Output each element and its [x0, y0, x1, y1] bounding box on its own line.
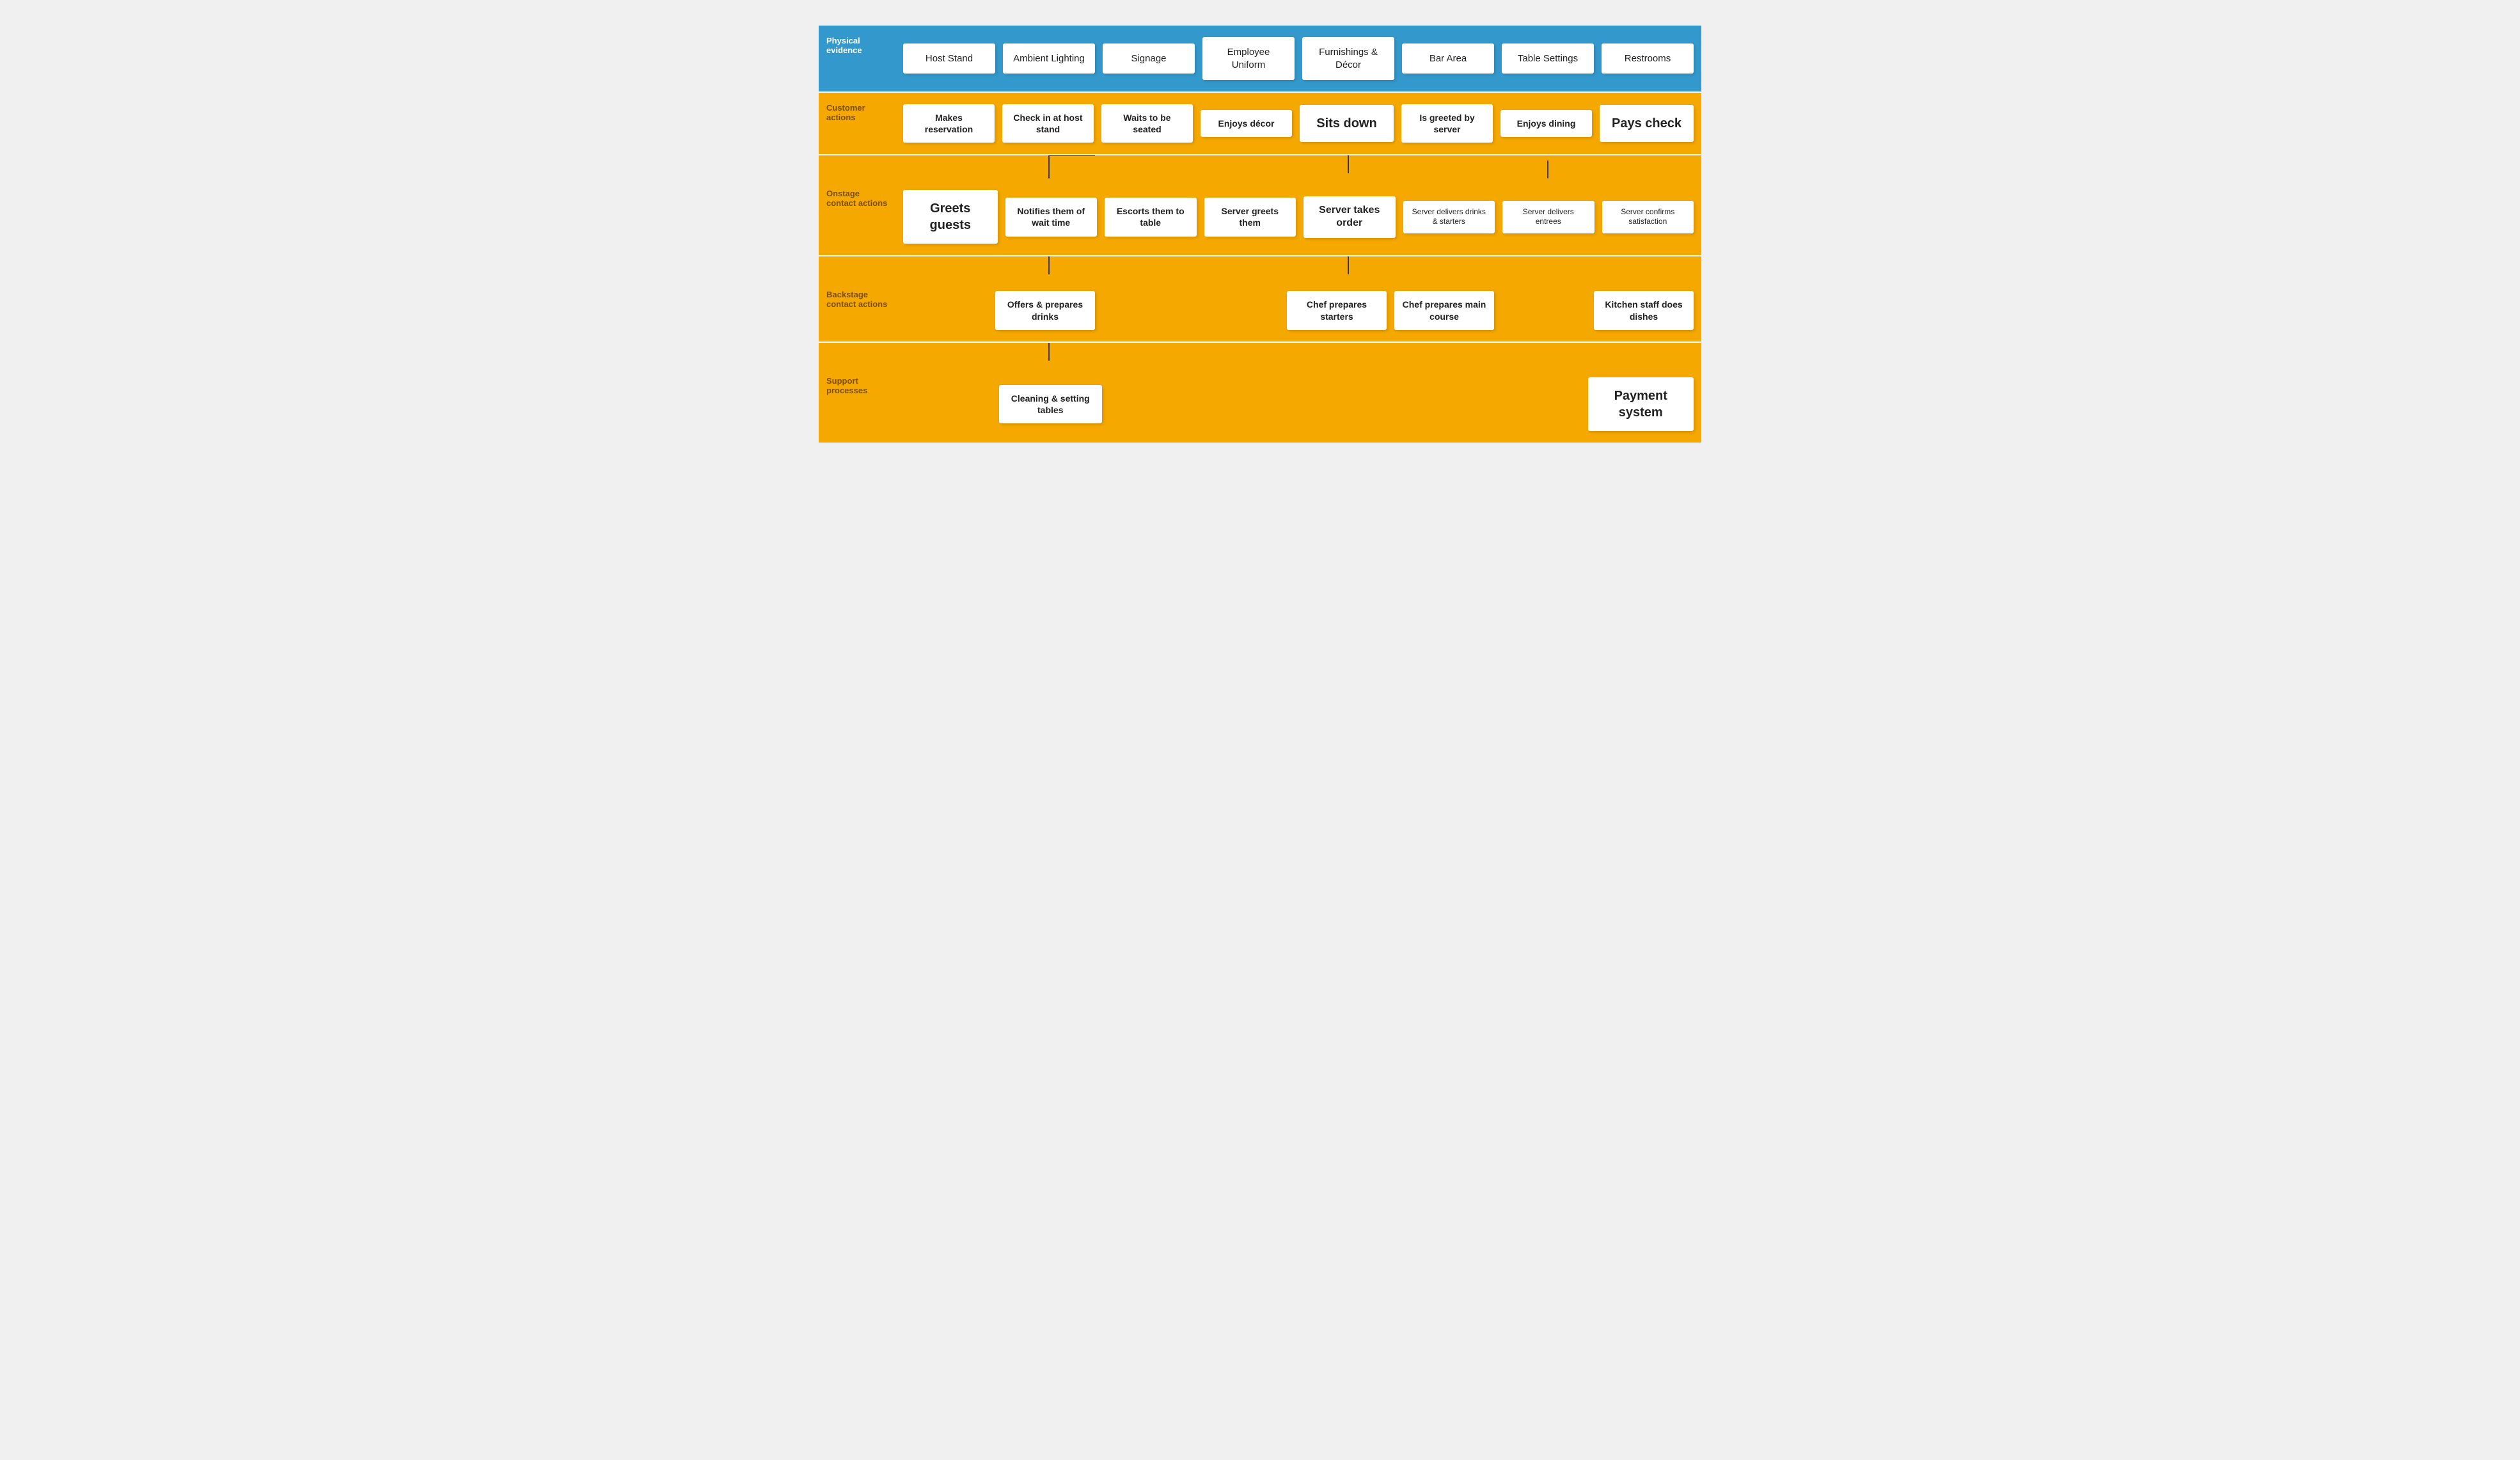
card-delivers-entrees: Server delivers entrees	[1502, 201, 1595, 233]
label-physical-evidence: Physical evidence	[819, 26, 895, 91]
row-label-text: Customer actions	[826, 103, 888, 122]
arrow-svg-6-up	[1502, 155, 1594, 178]
label-customer-actions: Customer actions	[819, 93, 895, 154]
card-greets-guests: Greets guests	[903, 190, 998, 244]
arrow-svg-1	[1003, 155, 1095, 178]
arrow-bs-svg	[1003, 343, 1095, 366]
card-greeted-by-server: Is greeted by server	[1401, 104, 1493, 143]
label-backstage: Backstage contact actions	[819, 279, 895, 341]
card-signage: Signage	[1103, 43, 1195, 74]
arrow-slot-3	[1202, 256, 1295, 279]
arrow-slot-1	[1003, 256, 1095, 279]
row-physical-evidence: Physical evidence Host Stand Ambient Lig…	[819, 26, 1701, 93]
card-delivers-drinks: Server delivers drinks & starters	[1403, 201, 1495, 233]
row-support: Support processes Cleaning & setting tab…	[819, 366, 1701, 443]
label-support: Support processes	[819, 366, 895, 443]
onstage-content: Greets guests Notifies them of wait time…	[895, 178, 1701, 255]
arrow-down-svg-1	[1003, 256, 1095, 279]
label-onstage: Onstage contact actions	[819, 178, 895, 255]
card-offers-drinks: Offers & prepares drinks	[995, 291, 1095, 329]
card-check-in: Check in at host stand	[1002, 104, 1094, 143]
arrow-slot-6	[1502, 155, 1594, 178]
card-enjoys-dining: Enjoys dining	[1500, 110, 1592, 137]
arrow-slot-5	[1402, 155, 1494, 178]
row-label-text: Support processes	[826, 376, 888, 395]
arrow-slot-4	[1302, 155, 1394, 178]
card-pays-check: Pays check	[1600, 105, 1694, 142]
arrow-slot-3	[1202, 343, 1295, 366]
arrows-customer-onstage	[819, 155, 1701, 178]
arrow-slot-6	[1502, 256, 1594, 279]
card-sits-down: Sits down	[1300, 105, 1394, 142]
arrow-slot-5	[1402, 343, 1494, 366]
card-chef-starters: Chef prepares starters	[1287, 291, 1387, 329]
arrow-slot-4	[1302, 343, 1394, 366]
arrow-slot-5	[1402, 256, 1494, 279]
arrow-slot-3	[1202, 155, 1295, 178]
arrow-down-svg-4	[1302, 256, 1394, 279]
row-label-text: Physical evidence	[826, 36, 888, 55]
arrow-slot-1	[1003, 155, 1095, 178]
arrow-svg-4	[1302, 155, 1394, 178]
card-ambient-lighting: Ambient Lighting	[1003, 43, 1095, 74]
arrow-slot-7	[1602, 155, 1694, 178]
arrows-onstage-backstage	[819, 256, 1701, 279]
arrow-slot-4	[1302, 256, 1394, 279]
physical-evidence-content: Host Stand Ambient Lighting Signage Empl…	[895, 26, 1701, 91]
card-bar-area: Bar Area	[1402, 43, 1494, 74]
arrow-slot-7	[1602, 256, 1694, 279]
card-employee-uniform: Employee Uniform	[1202, 37, 1295, 80]
row-label-text: Backstage contact actions	[826, 290, 888, 309]
arrow-slot-2	[1103, 343, 1195, 366]
arrow-slot-1-bs	[1003, 343, 1095, 366]
row-customer-actions: Customer actions Makes reservation Check…	[819, 93, 1701, 155]
customer-actions-content: Makes reservation Check in at host stand…	[895, 93, 1701, 154]
arrow-slot-2	[1103, 256, 1195, 279]
arrow-slot-6	[1502, 343, 1594, 366]
card-confirms-satisfaction: Server confirms satisfaction	[1602, 201, 1694, 233]
arrow-slot-0	[903, 343, 995, 366]
card-makes-reservation: Makes reservation	[903, 104, 995, 143]
card-table-settings: Table Settings	[1502, 43, 1594, 74]
card-chef-main: Chef prepares main course	[1394, 291, 1494, 329]
card-restrooms: Restrooms	[1602, 43, 1694, 74]
card-payment-system: Payment system	[1588, 377, 1694, 431]
support-content: Cleaning & setting tables Payment system	[895, 366, 1701, 443]
service-blueprint: Physical evidence Host Stand Ambient Lig…	[819, 26, 1701, 443]
row-onstage: Onstage contact actions Greets guests No…	[819, 178, 1701, 256]
card-notifies-wait: Notifies them of wait time	[1005, 198, 1098, 236]
arrows-backstage-support	[819, 343, 1701, 366]
row-label-text: Onstage contact actions	[826, 189, 888, 208]
card-enjoys-decor: Enjoys décor	[1201, 110, 1292, 137]
card-server-greets: Server greets them	[1204, 198, 1296, 236]
arrow-slot-2	[1103, 155, 1195, 178]
card-host-stand: Host Stand	[903, 43, 995, 74]
card-furnishings: Furnishings & Décor	[1302, 37, 1394, 80]
row-backstage: Backstage contact actions Offers & prepa…	[819, 279, 1701, 342]
arrow-slot-7-bs	[1602, 343, 1694, 366]
backstage-content: Offers & prepares drinks Chef prepares s…	[895, 279, 1701, 341]
card-takes-order: Server takes order	[1303, 196, 1396, 239]
card-waits: Waits to be seated	[1101, 104, 1193, 143]
card-cleaning: Cleaning & setting tables	[999, 385, 1103, 423]
card-kitchen-dishes: Kitchen staff does dishes	[1594, 291, 1694, 329]
arrow-slot-0	[903, 256, 995, 279]
arrow-slot-0	[903, 155, 995, 178]
card-escorts-table: Escorts them to table	[1105, 198, 1197, 236]
